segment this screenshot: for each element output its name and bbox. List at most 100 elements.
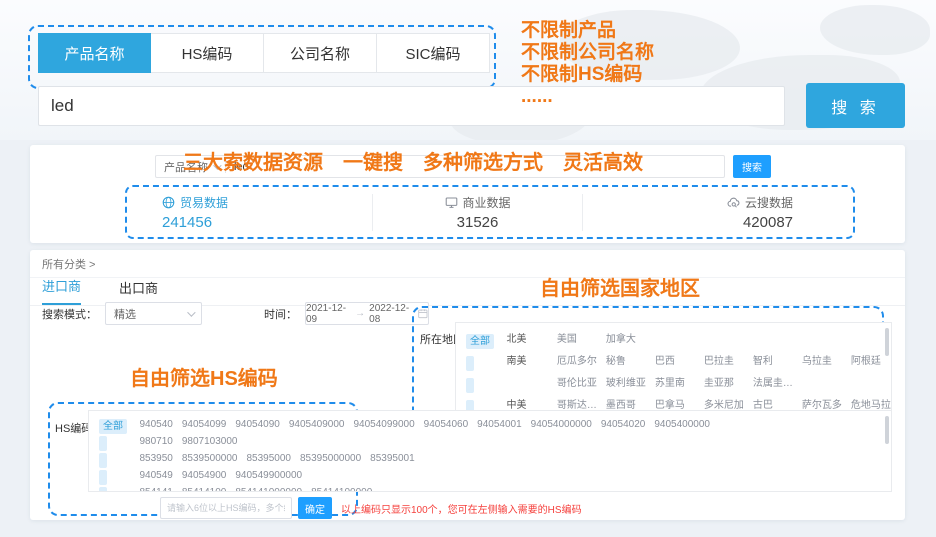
hs-code-option[interactable]: 94054020 bbox=[601, 417, 655, 432]
date-from: 2021-12-09 bbox=[306, 303, 351, 325]
category-dropdown-value: 产品名称 bbox=[164, 159, 208, 175]
annotation-region-filter: 自由筛选国家地区 bbox=[540, 272, 700, 301]
region-country-option[interactable]: 圭亚那 bbox=[704, 374, 753, 394]
tab-hs-code[interactable]: HS编码 bbox=[151, 33, 264, 73]
category-dropdown[interactable]: 产品名称 bbox=[156, 159, 225, 175]
region-country-option[interactable]: 苏里南 bbox=[655, 374, 704, 394]
hs-code-option[interactable]: 94054000000 bbox=[531, 417, 601, 432]
region-items: 厄瓜多尔秘鲁巴西巴拉圭智利乌拉圭阿根廷委内瑞拉 bbox=[557, 353, 892, 370]
compact-search-query[interactable]: led bbox=[226, 161, 257, 173]
search-mode-select[interactable]: 精选 bbox=[105, 302, 202, 325]
date-range-arrow: → bbox=[355, 308, 365, 319]
hs-all-chip[interactable] bbox=[99, 470, 107, 485]
region-country-option[interactable]: 巴西 bbox=[655, 352, 704, 372]
tab-importers[interactable]: 进口商 bbox=[42, 276, 81, 305]
hs-codes: 8539508539500000853950008539500000085395… bbox=[139, 450, 423, 467]
hs-code-option[interactable]: 980710 bbox=[139, 434, 181, 449]
stat-value: 31526 bbox=[457, 214, 499, 231]
region-country-option[interactable]: 美国 bbox=[557, 330, 606, 350]
hs-code-option[interactable]: 85414100000 bbox=[311, 485, 381, 492]
main-search-input[interactable] bbox=[38, 86, 785, 126]
time-label: 时间： bbox=[264, 306, 297, 322]
region-country-option[interactable]: 法属圭亚那 bbox=[753, 374, 802, 394]
chevron-down-icon bbox=[187, 308, 195, 316]
hs-code-option[interactable]: 94054090 bbox=[235, 417, 289, 432]
annotation-dashed-box-stats: 贸易数据 241456 商业数据 31526 云搜数据 420087 bbox=[125, 185, 855, 239]
annotation-hs-filter: 自由筛选HS编码 bbox=[130, 362, 278, 391]
region-country-option[interactable]: 巴拉圭 bbox=[704, 352, 753, 372]
hs-scrollbar[interactable] bbox=[885, 416, 889, 444]
region-group-label[interactable]: 南美 bbox=[506, 352, 552, 372]
confirm-button[interactable]: 确定 bbox=[298, 497, 332, 519]
hs-code-option[interactable]: 854141000000 bbox=[235, 485, 311, 492]
hs-code-option[interactable]: 94054001 bbox=[477, 417, 531, 432]
calendar-icon bbox=[418, 308, 428, 319]
stat-cloud-search-data[interactable]: 云搜数据 420087 bbox=[582, 194, 853, 231]
region-all-chip[interactable] bbox=[466, 356, 474, 371]
region-all-chip[interactable] bbox=[466, 378, 474, 393]
hs-code-option[interactable]: 94054099000 bbox=[353, 417, 423, 432]
hs-code-option[interactable]: 9405409000 bbox=[289, 417, 354, 432]
annotation-line: 不限制公司名称 bbox=[521, 42, 654, 64]
hs-limit-note: 以上编码只显示100个，您可在左侧输入需要的HS编码 bbox=[341, 501, 582, 516]
stat-label: 云搜数据 bbox=[745, 194, 793, 211]
cloud-search-icon bbox=[727, 196, 740, 209]
search-mode-value: 精选 bbox=[114, 306, 136, 322]
world-map-decoration bbox=[820, 5, 930, 55]
region-country-option[interactable]: 厄瓜多尔 bbox=[557, 352, 606, 372]
hs-code-option[interactable]: 94054060 bbox=[424, 417, 478, 432]
annotation-line: 不限制HS编码 bbox=[521, 64, 654, 86]
stat-business-data[interactable]: 商业数据 31526 bbox=[372, 194, 583, 231]
hs-code-option[interactable]: 94054099 bbox=[182, 417, 236, 432]
hs-code-option[interactable]: 854141 bbox=[139, 485, 181, 492]
hs-all-chip[interactable] bbox=[99, 436, 107, 451]
filter-row: 搜索模式： 精选 时间： 2021-12-09 → 2022-12-08 bbox=[42, 302, 429, 325]
region-all-chip[interactable]: 全部 bbox=[466, 334, 494, 349]
hs-code-option[interactable]: 85395000 bbox=[246, 451, 300, 466]
tab-company-name[interactable]: 公司名称 bbox=[264, 33, 377, 73]
breadcrumb[interactable]: 所有分类 > bbox=[30, 250, 905, 278]
tab-sic-code[interactable]: SIC编码 bbox=[377, 33, 490, 73]
tab-product-name[interactable]: 产品名称 bbox=[38, 33, 151, 73]
hs-code-list-box: 全部 9405409405409994054090940540900094054… bbox=[88, 410, 892, 492]
region-country-option[interactable]: 哥伦比亚 bbox=[557, 374, 606, 394]
hs-code-option[interactable]: 9807103000 bbox=[182, 434, 247, 449]
hero-search-section: 产品名称 HS编码 公司名称 SIC编码 搜 索 不限制产品 不限制公司名称 不… bbox=[0, 0, 936, 140]
annotation-unrestricted-list: 不限制产品 不限制公司名称 不限制HS编码 ...... bbox=[521, 20, 654, 108]
region-group-label[interactable]: 北美 bbox=[506, 330, 552, 350]
region-row: 南美 厄瓜多尔秘鲁巴西巴拉圭智利乌拉圭阿根廷委内瑞拉 bbox=[466, 352, 881, 374]
hs-all-chip[interactable]: 全部 bbox=[99, 419, 127, 434]
hs-code-option[interactable]: 9405400000 bbox=[654, 417, 719, 432]
date-to: 2022-12-08 bbox=[369, 303, 414, 325]
hs-code-option[interactable]: 94054900 bbox=[182, 468, 236, 483]
search-type-tabs: 产品名称 HS编码 公司名称 SIC编码 bbox=[38, 33, 490, 73]
hs-code-option[interactable]: 85414100 bbox=[182, 485, 236, 492]
data-summary-card: 产品名称 led 搜索 三大索数据资源 一键搜 多种筛选方式 灵活高效 贸易数据… bbox=[30, 145, 905, 243]
main-search-button[interactable]: 搜 索 bbox=[806, 83, 905, 128]
hs-code-option[interactable]: 8539500000 bbox=[182, 451, 247, 466]
hs-code-option[interactable]: 853950 bbox=[139, 451, 181, 466]
hs-code-option[interactable]: 85395001 bbox=[370, 451, 424, 466]
hs-input-row: 确定 以上编码只显示100个，您可在左侧输入需要的HS编码 bbox=[160, 497, 582, 519]
region-country-option[interactable]: 秘鲁 bbox=[606, 352, 655, 372]
annotation-line: 不限制产品 bbox=[521, 20, 654, 42]
region-row: 全部 北美 美国加拿大 bbox=[466, 330, 881, 352]
date-range-picker[interactable]: 2021-12-09 → 2022-12-08 bbox=[305, 302, 429, 325]
tab-exporters[interactable]: 出口商 bbox=[119, 278, 158, 305]
stat-trade-data[interactable]: 贸易数据 241456 bbox=[127, 194, 372, 231]
hs-code-option[interactable]: 940549900000 bbox=[235, 468, 311, 483]
compact-search-button[interactable]: 搜索 bbox=[733, 155, 771, 178]
hs-all-chip[interactable] bbox=[99, 487, 107, 492]
region-country-option[interactable]: 乌拉圭 bbox=[802, 352, 851, 372]
hs-all-chip[interactable] bbox=[99, 453, 107, 468]
hs-code-option[interactable]: 85395000000 bbox=[300, 451, 370, 466]
region-country-option[interactable]: 智利 bbox=[753, 352, 802, 372]
hs-code-option[interactable]: 940540 bbox=[139, 417, 181, 432]
hs-code-input[interactable] bbox=[160, 497, 292, 519]
region-country-option[interactable]: 加拿大 bbox=[606, 330, 655, 350]
hs-row: 全部 9405409405409994054090940540900094054… bbox=[99, 417, 881, 434]
region-scrollbar[interactable] bbox=[885, 328, 889, 356]
hs-code-option[interactable]: 940549 bbox=[139, 468, 181, 483]
region-country-option[interactable]: 玻利维亚 bbox=[606, 374, 655, 394]
monitor-icon bbox=[445, 196, 458, 209]
